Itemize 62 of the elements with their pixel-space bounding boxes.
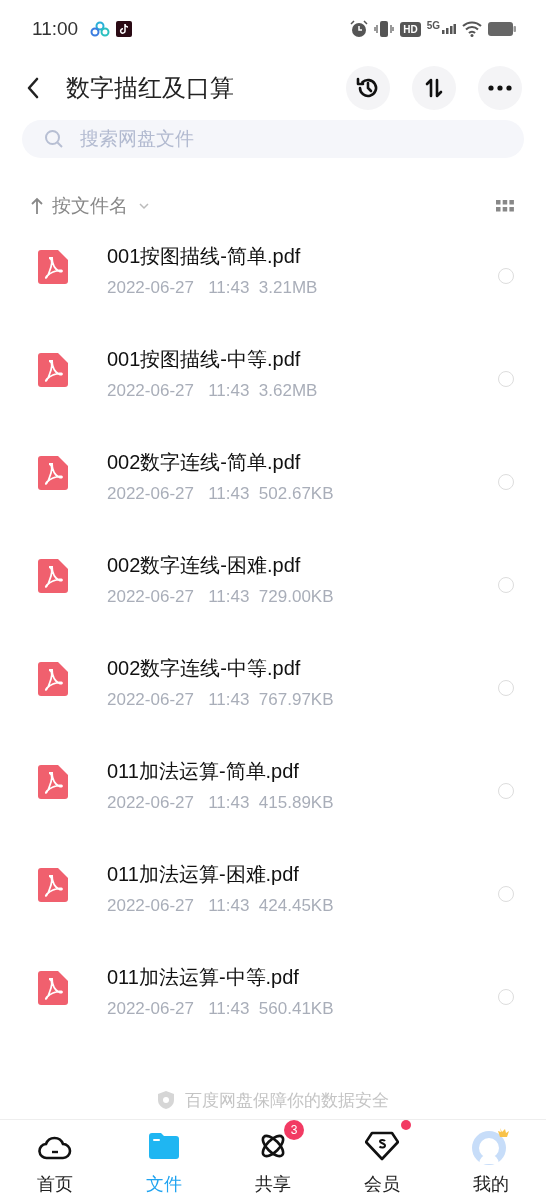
pdf-file-icon	[38, 868, 68, 902]
pdf-file-icon	[38, 559, 68, 593]
diamond-icon	[365, 1131, 400, 1161]
signal-icon	[442, 24, 456, 34]
file-name: 002数字连线-简单.pdf	[107, 450, 302, 475]
sort-dropdown[interactable]: 按文件名	[52, 193, 150, 219]
file-name: 001按图描线-中等.pdf	[107, 347, 302, 372]
file-meta: 2022-06-27 11:43 3.21MB	[107, 277, 319, 299]
file-row[interactable]: 011加法运算-困难.pdf 2022-06-27 11:43 424.45KB	[0, 850, 546, 953]
folder-icon	[148, 1133, 179, 1159]
sort-button[interactable]	[412, 66, 456, 110]
nav-tab[interactable]: 会员	[327, 1120, 437, 1200]
vibrate-icon	[374, 20, 395, 38]
grid-view-button[interactable]	[496, 200, 514, 212]
notification-badge: 3	[284, 1120, 304, 1140]
security-note: 百度网盘保障你的数据安全	[185, 1089, 389, 1112]
file-name: 001按图描线-简单.pdf	[107, 244, 302, 269]
file-meta: 2022-06-27 11:43 729.00KB	[107, 586, 335, 608]
file-name: 002数字连线-困难.pdf	[107, 553, 302, 578]
file-row[interactable]: 002数字连线-中等.pdf 2022-06-27 11:43 767.97KB	[0, 644, 546, 747]
battery-icon	[488, 22, 516, 36]
arrow-up-icon	[30, 197, 44, 215]
search-field[interactable]: 搜索网盘文件	[22, 120, 524, 158]
nav-tab[interactable]: 我的	[436, 1120, 546, 1200]
pdf-file-icon	[38, 971, 68, 1005]
file-meta: 2022-06-27 11:43 3.62MB	[107, 380, 319, 402]
file-meta: 2022-06-27 11:43 502.67KB	[107, 483, 335, 505]
music-note-app-icon	[116, 21, 133, 37]
nav-tab[interactable]: 3 共享	[218, 1120, 328, 1200]
file-meta: 2022-06-27 11:43 767.97KB	[107, 689, 335, 711]
file-name: 002数字连线-中等.pdf	[107, 656, 302, 681]
network-label: 5G	[426, 20, 440, 31]
pdf-file-icon	[38, 353, 68, 387]
pdf-file-icon	[38, 662, 68, 696]
file-row[interactable]: 002数字连线-简单.pdf 2022-06-27 11:43 502.67KB	[0, 438, 546, 541]
alarm-icon	[350, 20, 369, 38]
pdf-file-icon	[38, 250, 68, 284]
pdf-file-icon	[38, 456, 68, 490]
status-time: 11:00	[32, 18, 79, 40]
nav-tab[interactable]: 首页	[0, 1120, 110, 1200]
file-row[interactable]: 001按图描线-简单.pdf 2022-06-27 11:43 3.21MB	[0, 232, 546, 335]
wifi-icon	[462, 21, 482, 37]
cloud-app-icon	[90, 21, 111, 37]
more-button[interactable]	[478, 66, 522, 110]
history-button[interactable]	[346, 66, 390, 110]
more-icon	[488, 85, 512, 91]
file-meta: 2022-06-27 11:43 415.89KB	[107, 792, 335, 814]
pdf-file-icon	[38, 765, 68, 799]
shield-icon	[157, 1090, 175, 1110]
file-row[interactable]: 001按图描线-中等.pdf 2022-06-27 11:43 3.62MB	[0, 335, 546, 438]
file-meta: 2022-06-27 11:43 560.41KB	[107, 998, 335, 1020]
file-row[interactable]: 002数字连线-困难.pdf 2022-06-27 11:43 729.00KB	[0, 541, 546, 644]
file-name: 011加法运算-中等.pdf	[107, 965, 300, 990]
file-name: 011加法运算-简单.pdf	[107, 759, 300, 784]
hd-icon: HD	[400, 21, 421, 37]
page-title: 数字描红及口算	[66, 73, 234, 103]
chevron-down-icon	[138, 202, 150, 210]
file-name: 011加法运算-困难.pdf	[107, 862, 300, 887]
avatar-icon	[471, 1126, 512, 1166]
file-row[interactable]: 011加法运算-简单.pdf 2022-06-27 11:43 415.89KB	[0, 747, 546, 850]
file-row[interactable]: 011加法运算-中等.pdf 2022-06-27 11:43 560.41KB	[0, 953, 546, 1056]
file-meta: 2022-06-27 11:43 424.45KB	[107, 895, 335, 917]
